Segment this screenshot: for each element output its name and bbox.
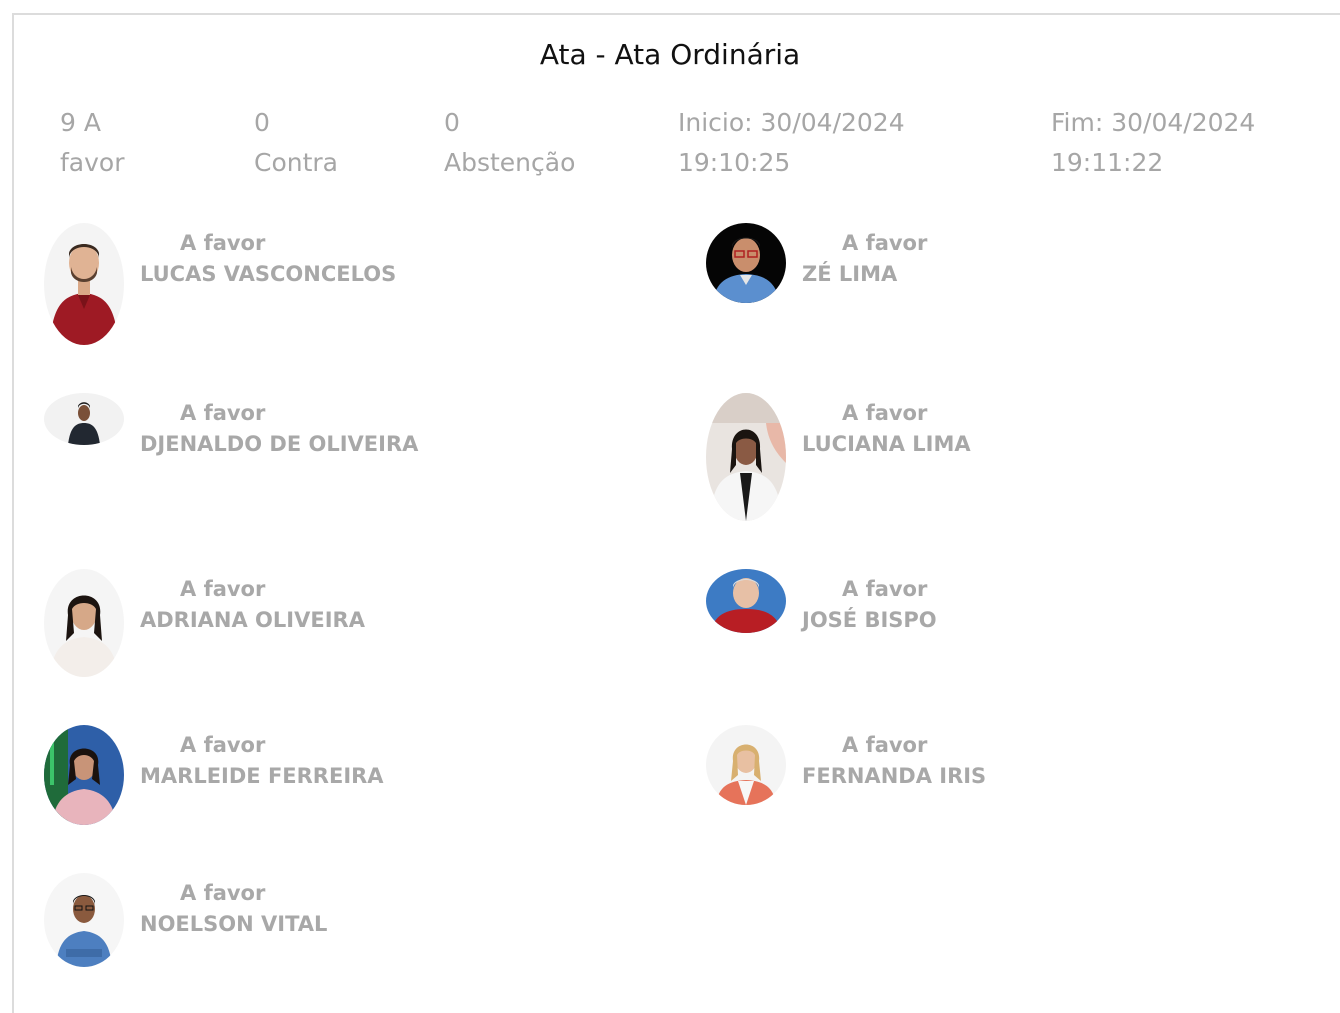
stat-favor-label: favor [60,148,125,177]
avatar [44,393,124,445]
voter-name: DJENALDO DE OLIVEIRA [140,432,419,456]
avatar [706,725,786,805]
voter-name: LUCAS VASCONCELOS [140,262,397,286]
vote-status: A favor [180,577,266,601]
stat-inicio-date: Inicio: 30/04/2024 [678,108,905,137]
stat-fim-date: Fim: 30/04/2024 [1051,108,1256,137]
stat-contra-value: 0 [254,108,270,137]
vote-status: A favor [180,733,266,757]
stat-favor: 9 A favor [60,103,125,183]
voter-name: JOSÉ BISPO [802,608,937,632]
avatar [44,725,124,825]
avatar [44,873,124,967]
vote-status: A favor [842,231,928,255]
stat-fim-time: 19:11:22 [1051,148,1164,177]
avatar [706,393,786,521]
avatar [44,569,124,677]
avatar [44,223,124,345]
vote-status: A favor [180,401,266,425]
vote-status: A favor [180,881,266,905]
avatar [706,569,786,633]
stat-favor-value: 9 A [60,108,101,137]
voter-name: NOELSON VITAL [140,912,328,936]
stat-abstencao: 0 Abstenção [444,103,575,183]
stat-inicio-time: 19:10:25 [678,148,791,177]
stat-abstencao-value: 0 [444,108,460,137]
voter-name: ADRIANA OLIVEIRA [140,608,365,632]
avatar [706,223,786,303]
stat-inicio: Inicio: 30/04/2024 19:10:25 [678,103,905,183]
stat-fim: Fim: 30/04/2024 19:11:22 [1051,103,1255,183]
page-title: Ata - Ata Ordinária [539,38,801,71]
voter-name: LUCIANA LIMA [802,432,971,456]
stat-contra-label: Contra [254,148,338,177]
voter-name: MARLEIDE FERREIRA [140,764,384,788]
voter-name: ZÉ LIMA [802,262,898,286]
voter-name: FERNANDA IRIS [802,764,987,788]
stat-contra: 0 Contra [254,103,338,183]
vote-status: A favor [180,231,266,255]
stat-abstencao-label: Abstenção [444,148,576,177]
vote-status: A favor [842,577,928,601]
vote-status: A favor [842,401,928,425]
vote-status: A favor [842,733,928,757]
